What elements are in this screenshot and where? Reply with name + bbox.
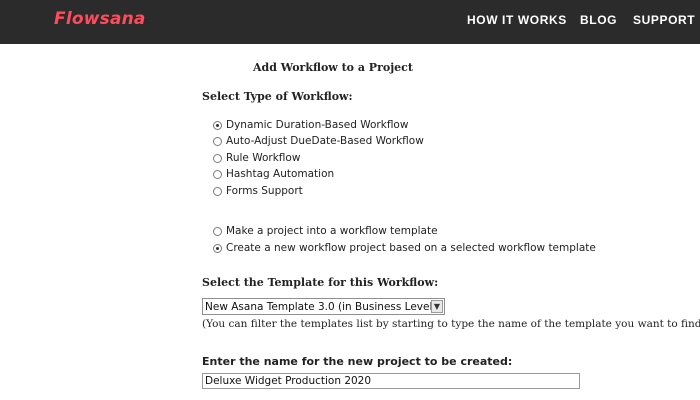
radio-rule-workflow[interactable]: Rule Workflow bbox=[213, 151, 300, 165]
radio-label: Rule Workflow bbox=[226, 152, 301, 164]
page-title: Add Workflow to a Project bbox=[253, 61, 413, 74]
chevron-down-icon[interactable]: ▼ bbox=[431, 300, 443, 313]
template-select-value: New Asana Template 3.0 (in Business Leve… bbox=[205, 300, 431, 313]
nav-how-it-works[interactable]: HOW IT WORKS bbox=[467, 13, 567, 27]
nav-support[interactable]: SUPPORT bbox=[633, 13, 695, 27]
radio-button[interactable] bbox=[213, 153, 222, 163]
radio-button[interactable] bbox=[213, 226, 222, 236]
radio-label: Dynamic Duration-Based Workflow bbox=[226, 119, 409, 131]
template-select-label: Select the Template for this Workflow: bbox=[202, 276, 439, 289]
radio-button[interactable] bbox=[213, 169, 222, 179]
radio-label: Forms Support bbox=[226, 185, 303, 197]
radio-create-from-template[interactable]: Create a new workflow project based on a… bbox=[213, 241, 596, 255]
radio-button[interactable] bbox=[213, 136, 222, 146]
flowsana-logo[interactable]: Flowsana bbox=[54, 9, 146, 29]
project-name-label: Enter the name for the new project to be… bbox=[202, 355, 513, 368]
radio-hashtag-automation[interactable]: Hashtag Automation bbox=[213, 167, 334, 181]
radio-label: Make a project into a workflow template bbox=[226, 225, 438, 237]
nav-blog[interactable]: BLOG bbox=[580, 13, 617, 27]
workflow-type-label: Select Type of Workflow: bbox=[202, 90, 353, 103]
radio-make-project-template[interactable]: Make a project into a workflow template bbox=[213, 224, 438, 238]
radio-auto-adjust-duedate-workflow[interactable]: Auto-Adjust DueDate-Based Workflow bbox=[213, 134, 424, 148]
radio-forms-support[interactable]: Forms Support bbox=[213, 184, 303, 198]
radio-button-selected[interactable] bbox=[213, 243, 222, 253]
radio-label: Create a new workflow project based on a… bbox=[226, 242, 596, 254]
template-select[interactable]: New Asana Template 3.0 (in Business Leve… bbox=[202, 298, 445, 315]
radio-label: Hashtag Automation bbox=[226, 168, 335, 180]
radio-label: Auto-Adjust DueDate-Based Workflow bbox=[226, 135, 424, 147]
radio-button-selected[interactable] bbox=[213, 120, 222, 130]
radio-dynamic-duration-workflow[interactable]: Dynamic Duration-Based Workflow bbox=[213, 118, 408, 132]
template-filter-hint: (You can filter the templates list by st… bbox=[202, 318, 700, 330]
top-navigation-bar: Flowsana HOW IT WORKS BLOG SUPPORT bbox=[0, 0, 700, 44]
radio-button[interactable] bbox=[213, 186, 222, 196]
project-name-input[interactable]: Deluxe Widget Production 2020 bbox=[202, 373, 580, 389]
